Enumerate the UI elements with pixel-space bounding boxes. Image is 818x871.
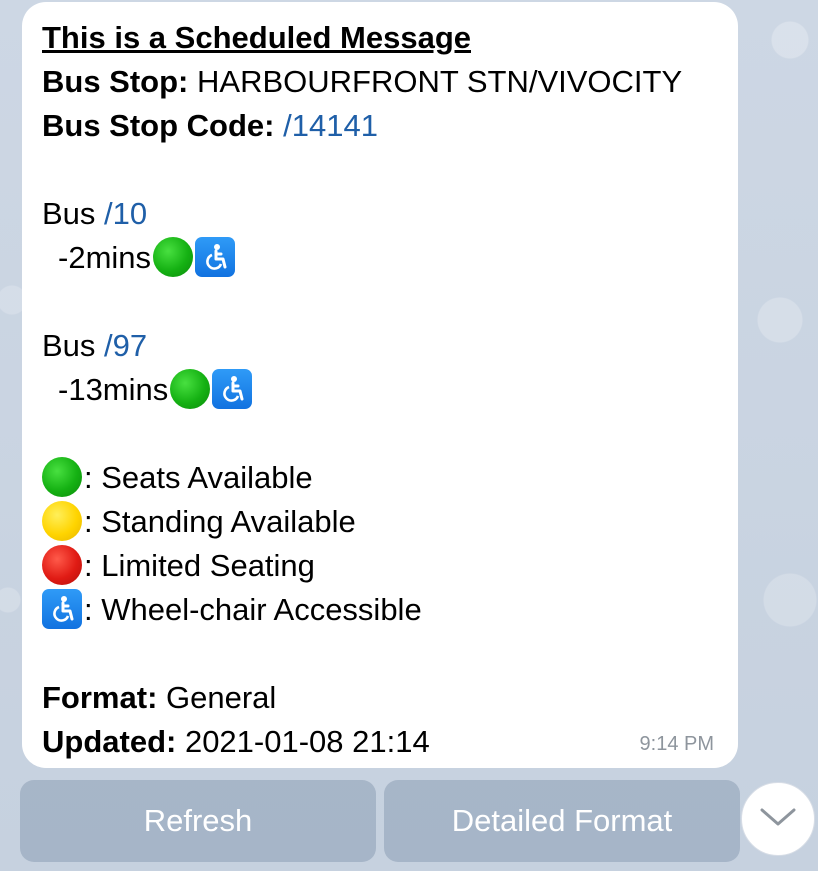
bus-stop-code-row: Bus Stop Code: /14141 <box>42 104 718 148</box>
legend-item-limited: : Limited Seating <box>42 544 718 588</box>
chevron-down-icon <box>758 805 798 834</box>
format-value: General <box>166 680 277 715</box>
bus-arrival-row: -13mins <box>42 368 718 412</box>
bus-stop-value: HARBOURFRONT STN/VIVOCITY <box>197 64 683 99</box>
bus-arrival-time: -13mins <box>58 372 169 407</box>
refresh-button[interactable]: Refresh <box>20 780 376 862</box>
bus-stop-label: Bus Stop: <box>42 64 189 99</box>
bus-stop-code-label: Bus Stop Code: <box>42 108 275 143</box>
legend-item-seats: : Seats Available <box>42 456 718 500</box>
detailed-format-button[interactable]: Detailed Format <box>384 780 740 862</box>
message-title: This is a Scheduled Message <box>42 20 471 55</box>
red-circle-icon <box>42 545 82 585</box>
legend-text: : Standing Available <box>84 504 356 539</box>
updated-value: 2021-01-08 21:14 <box>184 724 430 759</box>
wheelchair-icon <box>212 369 253 409</box>
wheelchair-icon <box>42 589 82 629</box>
updated-label: Updated: <box>42 724 177 759</box>
scroll-down-button[interactable] <box>741 782 815 856</box>
bus-number-link[interactable]: /97 <box>104 328 147 363</box>
legend-text: : Seats Available <box>84 460 313 495</box>
message-timestamp: 9:14 PM <box>639 733 714 755</box>
green-circle-icon <box>170 369 211 409</box>
wheelchair-icon <box>195 237 236 277</box>
legend-item-wheelchair: : Wheel-chair Accessible <box>42 588 718 632</box>
format-row: Format: General <box>42 676 718 720</box>
message-bubble: This is a Scheduled Message Bus Stop: HA… <box>22 2 738 768</box>
bus-arrival-time: -2mins <box>58 240 152 275</box>
format-label: Format: <box>42 680 158 715</box>
bus-label: Bus <box>42 328 96 363</box>
bus-number-link[interactable]: /10 <box>104 196 147 231</box>
green-circle-icon <box>153 237 194 277</box>
green-circle-icon <box>42 457 82 497</box>
bus-service-row: Bus /97 <box>42 324 718 368</box>
yellow-circle-icon <box>42 501 82 541</box>
bus-service-row: Bus /10 <box>42 192 718 236</box>
legend-item-standing: : Standing Available <box>42 500 718 544</box>
legend-text: : Wheel-chair Accessible <box>84 592 422 627</box>
bus-label: Bus <box>42 196 96 231</box>
bus-stop-code-link[interactable]: /14141 <box>283 108 378 143</box>
legend-text: : Limited Seating <box>84 548 315 583</box>
bus-arrival-row: -2mins <box>42 236 718 280</box>
updated-row: Updated: 2021-01-08 21:14 <box>42 720 718 764</box>
bus-stop-row: Bus Stop: HARBOURFRONT STN/VIVOCITY <box>42 60 718 104</box>
